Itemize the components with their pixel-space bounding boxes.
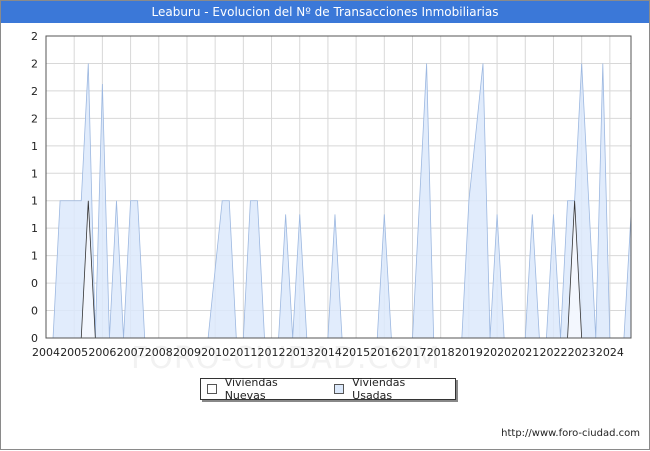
y-tick-label: 2 — [31, 57, 38, 70]
y-tick-label: 2 — [31, 30, 38, 43]
x-tick-label: 2017 — [399, 346, 427, 359]
legend-item-usadas: Viviendas Usadas — [334, 376, 455, 402]
x-tick-label: 2011 — [229, 346, 257, 359]
legend-label-usadas: Viviendas Usadas — [352, 376, 406, 402]
x-tick-label: 2009 — [173, 346, 201, 359]
chart-frame: Leaburu - Evolucion del Nº de Transaccio… — [0, 0, 650, 450]
y-tick-label: 2 — [31, 112, 38, 125]
legend-swatch-nuevas — [207, 384, 217, 394]
y-tick-label: 2 — [31, 85, 38, 98]
x-tick-label: 2014 — [314, 346, 342, 359]
source-url: http://www.foro-ciudad.com — [501, 428, 640, 439]
x-tick-label: 2005 — [60, 346, 88, 359]
x-tick-label: 2010 — [201, 346, 229, 359]
y-tick-label: 0 — [31, 277, 38, 290]
x-tick-label: 2021 — [511, 346, 539, 359]
x-tick-label: 2019 — [455, 346, 483, 359]
legend-label-nuevas: Viviendas Nuevas — [224, 376, 278, 402]
y-tick-label: 1 — [31, 195, 38, 208]
x-tick-label: 2012 — [258, 346, 286, 359]
legend-swatch-usadas — [334, 384, 345, 394]
legend-item-nuevas: Viviendas Nuevas — [207, 376, 328, 402]
y-tick-label: 0 — [31, 305, 38, 318]
y-tick-label: 0 — [31, 332, 38, 345]
x-tick-label: 2006 — [88, 346, 116, 359]
x-tick-label: 2004 — [32, 346, 60, 359]
y-tick-label: 1 — [31, 167, 38, 180]
x-tick-label: 2024 — [596, 346, 624, 359]
legend: Viviendas Nuevas Viviendas Usadas — [200, 376, 456, 402]
x-tick-label: 2013 — [286, 346, 314, 359]
x-tick-label: 2007 — [117, 346, 145, 359]
x-tick-label: 2015 — [342, 346, 370, 359]
x-tick-label: 2018 — [427, 346, 455, 359]
y-tick-label: 1 — [31, 222, 38, 235]
x-tick-label: 2008 — [145, 346, 173, 359]
x-tick-label: 2022 — [539, 346, 567, 359]
x-tick-label: 2023 — [568, 346, 596, 359]
y-tick-label: 1 — [31, 250, 38, 263]
x-tick-label: 2020 — [483, 346, 511, 359]
y-tick-label: 1 — [31, 140, 38, 153]
x-tick-label: 2016 — [370, 346, 398, 359]
